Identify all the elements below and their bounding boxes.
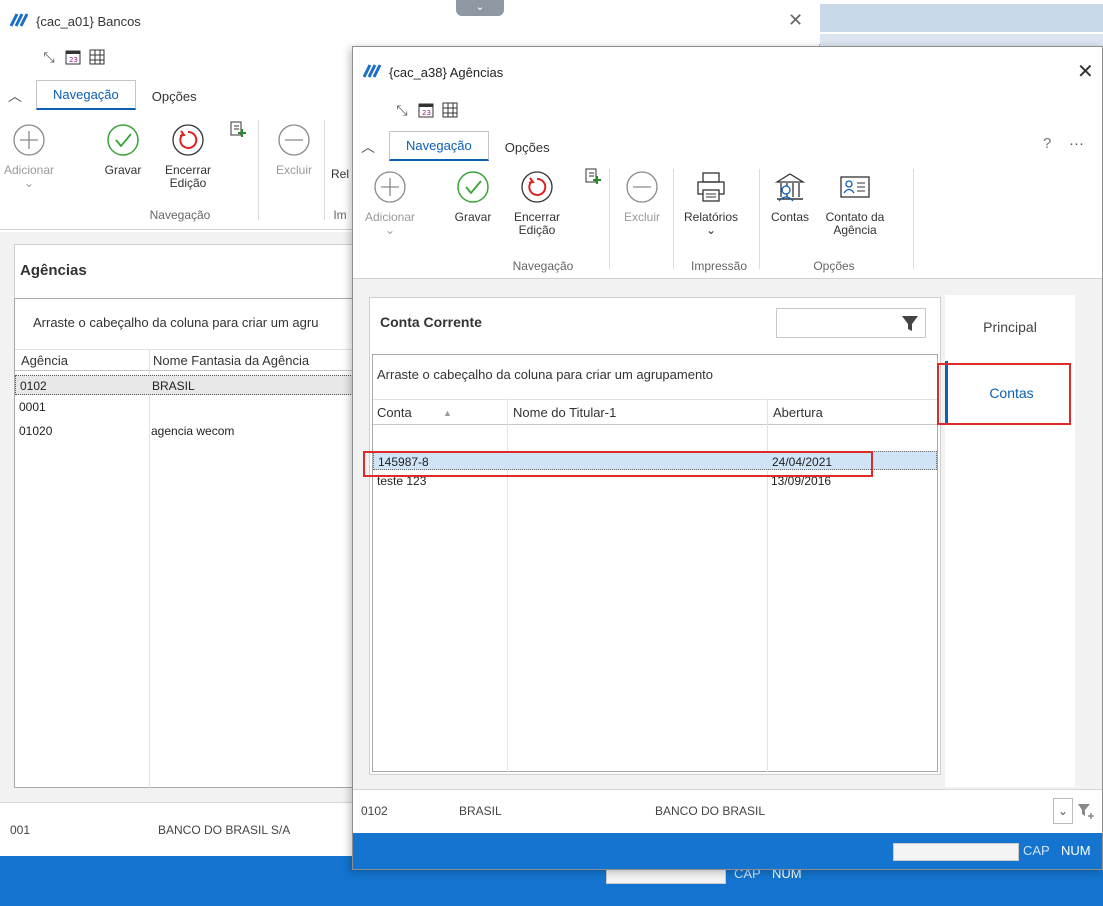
chevron-down-icon[interactable]: ⌄ bbox=[456, 0, 504, 16]
agencias-body: Conta Corrente Arraste o cabeçalho da co… bbox=[353, 279, 1102, 789]
tab-navegacao[interactable]: Navegação bbox=[389, 131, 489, 161]
collapse-ribbon-icon[interactable]: ︿ bbox=[8, 86, 22, 106]
search-input[interactable] bbox=[777, 309, 897, 337]
group-navegacao-label: Navegação bbox=[512, 259, 574, 273]
filter-icon[interactable] bbox=[901, 314, 919, 335]
highlight-tab-box bbox=[937, 363, 1071, 425]
agencias-footer: 0102 BRASIL BANCO DO BRASIL ⌄ bbox=[353, 789, 1102, 833]
filter-add-icon[interactable] bbox=[1077, 802, 1095, 823]
excluir-button[interactable]: Excluir bbox=[617, 169, 667, 224]
caps-indicator: CAP bbox=[1023, 843, 1050, 858]
minus-icon bbox=[624, 169, 660, 205]
column-header-nome-fantasia[interactable]: Nome Fantasia da Agência bbox=[153, 353, 309, 368]
tab-navegacao[interactable]: Navegação bbox=[36, 80, 136, 110]
status-field bbox=[893, 843, 1019, 861]
tab-principal[interactable]: Principal bbox=[945, 295, 1075, 359]
group-opcoes-label: Opções bbox=[813, 259, 855, 273]
calendar-icon[interactable]: 23 bbox=[417, 101, 435, 119]
relatorios-button[interactable]: Relatórios ⌄ bbox=[679, 169, 743, 237]
add-icon bbox=[11, 122, 47, 158]
contas-grid: Arraste o cabeçalho da coluna para criar… bbox=[372, 354, 938, 773]
minus-icon bbox=[276, 122, 312, 158]
add-icon bbox=[372, 169, 408, 205]
group-impressao-label: Im bbox=[333, 208, 347, 222]
help-icon[interactable]: ? bbox=[1043, 135, 1051, 152]
group-navegacao-label: Navegação bbox=[149, 208, 211, 222]
num-indicator: NUM bbox=[1061, 843, 1091, 858]
panel-title: Agências bbox=[20, 262, 87, 279]
panel-title: Conta Corrente bbox=[380, 314, 482, 330]
close-icon[interactable]: ✕ bbox=[788, 10, 803, 31]
group-by-hint: Arraste o cabeçalho da coluna para criar… bbox=[377, 367, 714, 382]
encerrar-edicao-button[interactable]: Encerrar Edição bbox=[160, 122, 216, 190]
check-icon bbox=[105, 122, 141, 158]
bancos-titlebar: {cac_a01} Bancos ✕ bbox=[0, 0, 820, 44]
adicionar-button[interactable]: Adicionar ⌄ bbox=[0, 122, 58, 190]
column-header-conta[interactable]: Conta bbox=[377, 405, 412, 420]
footer-bank-code: 001 bbox=[10, 823, 31, 837]
column-header-titular[interactable]: Nome do Titular-1 bbox=[513, 405, 616, 420]
grid-icon[interactable] bbox=[441, 101, 459, 119]
collapse-arrows-icon[interactable]: ⤡ bbox=[40, 48, 58, 66]
collapse-arrows-icon[interactable]: ⤡ bbox=[393, 101, 411, 119]
printer-icon bbox=[693, 169, 729, 205]
more-options-icon[interactable]: ··· bbox=[1069, 135, 1084, 152]
window-title: {cac_a01} Bancos bbox=[36, 14, 141, 29]
svg-text:23: 23 bbox=[69, 56, 78, 64]
clipboard-add-icon[interactable] bbox=[583, 167, 601, 188]
status-bar: CAP NUM bbox=[353, 833, 1102, 869]
footer-bank-name: BANCO DO BRASIL S/A bbox=[158, 823, 291, 837]
chevron-down-icon[interactable]: ⌄ bbox=[1053, 798, 1073, 824]
footer-agencia-name: BRASIL bbox=[459, 804, 502, 818]
conta-corrente-panel: Conta Corrente Arraste o cabeçalho da co… bbox=[369, 297, 941, 775]
gravar-button[interactable]: Gravar bbox=[449, 169, 497, 224]
contact-card-icon bbox=[837, 169, 873, 205]
bancos-ribbon-tabs: Navegação Opções bbox=[36, 80, 213, 110]
quick-access-toolbar: ⤡ 23 bbox=[393, 101, 459, 119]
agencias-titlebar: {cac_a38} Agências ✕ bbox=[353, 47, 1102, 97]
grid-icon[interactable] bbox=[88, 48, 106, 66]
search-box bbox=[776, 308, 926, 338]
agencias-window: {cac_a38} Agências ✕ ⤡ 23 ︿ Navegação Op… bbox=[352, 46, 1103, 870]
agencias-ribbon: Adicionar ⌄ Gravar Encerrar Edição Excluir… bbox=[353, 161, 1102, 279]
check-icon bbox=[455, 169, 491, 205]
contato-agencia-button[interactable]: Contato da Agência bbox=[821, 169, 889, 237]
quick-access-toolbar: ⤡ 23 bbox=[40, 48, 106, 66]
relatorios-button[interactable]: Rel bbox=[330, 168, 350, 181]
adicionar-button[interactable]: Adicionar ⌄ bbox=[361, 169, 419, 237]
footer-agencia-code: 0102 bbox=[361, 804, 388, 818]
clipboard-add-icon[interactable] bbox=[228, 120, 246, 141]
encerrar-edicao-button[interactable]: Encerrar Edição bbox=[509, 169, 565, 237]
calendar-icon[interactable]: 23 bbox=[64, 48, 82, 66]
collapse-ribbon-icon[interactable]: ︿ bbox=[361, 137, 375, 157]
excluir-button[interactable]: Excluir bbox=[268, 122, 320, 177]
contas-button[interactable]: Contas bbox=[765, 169, 815, 224]
footer-bank-name: BANCO DO BRASIL bbox=[655, 804, 766, 818]
window-title: {cac_a38} Agências bbox=[389, 65, 504, 80]
bank-icon bbox=[772, 169, 808, 205]
app-logo-icon bbox=[362, 63, 383, 82]
undo-circle-icon bbox=[170, 122, 206, 158]
sort-ascending-icon: ▲ bbox=[443, 408, 452, 418]
grid-header: Conta ▲ Nome do Titular-1 Abertura bbox=[373, 399, 937, 425]
tab-opcoes[interactable]: Opções bbox=[489, 134, 566, 161]
close-icon[interactable]: ✕ bbox=[1077, 59, 1094, 84]
svg-text:23: 23 bbox=[422, 109, 431, 117]
app-logo-icon bbox=[9, 12, 30, 31]
highlight-row-box bbox=[363, 451, 873, 477]
group-impressao-label: Impressão bbox=[690, 259, 748, 273]
group-by-hint: Arraste o cabeçalho da coluna para criar… bbox=[33, 315, 319, 330]
column-header-abertura[interactable]: Abertura bbox=[773, 405, 823, 420]
undo-circle-icon bbox=[519, 169, 555, 205]
tab-opcoes[interactable]: Opções bbox=[136, 83, 213, 110]
gravar-button[interactable]: Gravar bbox=[98, 122, 148, 177]
column-header-agencia[interactable]: Agência bbox=[21, 353, 68, 368]
agencias-ribbon-tabs: Navegação Opções bbox=[389, 131, 566, 161]
